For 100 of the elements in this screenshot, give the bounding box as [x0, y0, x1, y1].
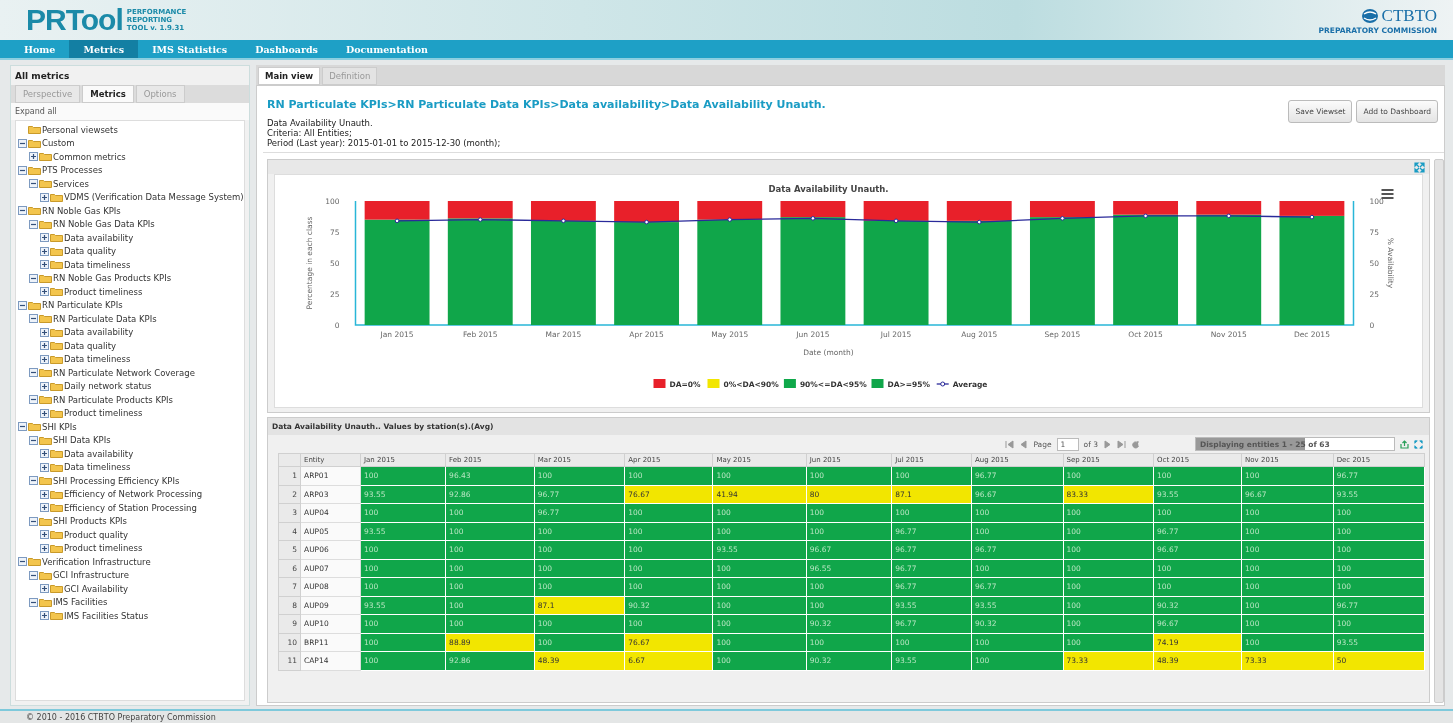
collapse-icon[interactable] [18, 422, 27, 432]
tree-item[interactable]: IMS Facilities Status [64, 610, 149, 621]
tree-item[interactable]: RN Particulate Network Coverage [53, 367, 195, 378]
tree-item[interactable]: Data timeliness [64, 259, 131, 270]
folder-icon [28, 125, 41, 135]
expand-icon[interactable] [40, 408, 49, 418]
folder-icon [50, 489, 63, 499]
breadcrumb-title: RN Particulate KPIs>RN Particulate Data KPIs>Data availability>Data Availability Unauth. [267, 98, 826, 111]
scrollbar[interactable] [1434, 159, 1444, 703]
expand-icon[interactable] [40, 503, 49, 513]
tree-item[interactable]: GCI Infrastructure [53, 570, 129, 581]
tree-item[interactable]: GCI Availability [64, 583, 129, 594]
tree-item[interactable]: RN Particulate Data KPIs [53, 313, 157, 324]
folder-icon [28, 422, 41, 432]
copyright-text: © 2010 - 2016 CTBTO Preparatory Commission [0, 709, 1453, 723]
tree-item[interactable]: Daily network status [64, 381, 152, 392]
tree-item[interactable]: Efficiency of Network Processing [64, 489, 203, 500]
tree-item[interactable]: RN Noble Gas Products KPIs [53, 273, 172, 284]
expand-icon[interactable] [40, 341, 49, 351]
nav-tab[interactable]: Metrics [69, 40, 139, 58]
tree-item[interactable]: Data timeliness [64, 462, 131, 473]
tree-item[interactable]: Common metrics [53, 151, 126, 162]
info-text: Period (Last year): 2015-01-01 to 2015-12-30 (month); [267, 138, 502, 148]
collapse-icon[interactable] [29, 476, 38, 486]
collapse-icon[interactable] [18, 165, 27, 175]
menu-icon[interactable] [1381, 189, 1394, 199]
expand-icon[interactable] [40, 611, 49, 621]
folder-icon [28, 138, 41, 148]
view-tab[interactable]: Main view [258, 67, 321, 85]
expand-icon[interactable] [40, 462, 49, 472]
tree-item[interactable]: Custom [42, 138, 75, 149]
expand-icon[interactable] [40, 449, 49, 459]
chart-title: Data Availability Unauth. [768, 184, 889, 194]
folder-icon [50, 381, 63, 391]
expand-all-link[interactable]: Expand all [11, 103, 249, 120]
collapse-icon[interactable] [29, 368, 38, 378]
tree-item[interactable]: Product timeliness [64, 286, 143, 297]
tree-item[interactable]: IMS Facilities [53, 597, 108, 608]
tree-item[interactable]: Product quality [64, 529, 129, 540]
tree-item[interactable]: SHI KPIs [42, 421, 77, 432]
tree-item[interactable]: Product timeliness [64, 543, 143, 554]
collapse-icon[interactable] [29, 597, 38, 607]
expand-icon[interactable] [40, 246, 49, 256]
collapse-icon[interactable] [18, 206, 27, 216]
collapse-icon[interactable] [29, 219, 38, 229]
tree-item[interactable]: RN Particulate KPIs [42, 300, 123, 311]
folder-icon [50, 449, 63, 459]
collapse-icon[interactable] [29, 179, 38, 189]
collapse-icon[interactable] [29, 314, 38, 324]
collapse-icon[interactable] [29, 435, 38, 445]
tree-item[interactable]: Product timeliness [64, 408, 143, 419]
expand-icon[interactable] [40, 327, 49, 337]
tree-item[interactable]: PTS Processes [42, 165, 103, 176]
expand-icon[interactable] [40, 287, 49, 297]
tree-item[interactable]: VDMS (Verification Data Message System) [64, 192, 244, 203]
folder-icon [39, 516, 52, 526]
collapse-icon[interactable] [29, 273, 38, 283]
folder-icon [50, 327, 63, 337]
tree-item[interactable]: Data quality [64, 246, 117, 257]
folder-icon [39, 273, 52, 283]
expand-icon[interactable] [40, 584, 49, 594]
tree-item[interactable]: Efficiency of Station Processing [64, 502, 197, 513]
collapse-icon[interactable] [29, 516, 38, 526]
folder-icon [28, 300, 41, 310]
tree-item[interactable]: SHI Processing Efficiency KPIs [53, 475, 180, 486]
expand-icon[interactable] [40, 530, 49, 540]
tree-item[interactable]: Verification Infrastructure [42, 556, 151, 567]
expand-icon[interactable] [29, 152, 38, 162]
tree-item[interactable]: SHI Products KPIs [53, 516, 128, 527]
sidebar-tab[interactable]: Metrics [82, 85, 134, 103]
collapse-icon[interactable] [29, 570, 38, 580]
export-icon[interactable] [1400, 439, 1409, 449]
tree-item[interactable]: RN Particulate Products KPIs [53, 394, 174, 405]
tree-item[interactable]: RN Noble Gas Data KPIs [53, 219, 155, 230]
folder-icon [28, 165, 41, 175]
collapse-icon[interactable] [18, 300, 27, 310]
collapse-icon[interactable] [18, 557, 27, 567]
folder-icon [50, 287, 63, 297]
expand-icon[interactable] [40, 233, 49, 243]
tree-item[interactable]: Data availability [64, 448, 134, 459]
expand-icon[interactable] [40, 543, 49, 553]
tree-item[interactable]: Services [53, 178, 89, 189]
tree-item[interactable]: Data quality [64, 340, 117, 351]
expand-icon[interactable] [40, 192, 49, 202]
sidebar-title: All metrics [14, 70, 71, 83]
folder-icon [39, 314, 52, 324]
collapse-icon[interactable] [18, 138, 27, 148]
tree-item[interactable]: Personal viewsets [42, 124, 118, 135]
tree-item[interactable]: Data availability [64, 327, 134, 338]
tree-item[interactable]: Data timeliness [64, 354, 131, 365]
fullscreen-icon[interactable] [1414, 161, 1425, 173]
tree-item[interactable]: RN Noble Gas KPIs [42, 205, 121, 216]
fullscreen-icon[interactable] [1414, 439, 1423, 449]
expand-icon[interactable] [40, 489, 49, 499]
collapse-icon[interactable] [29, 395, 38, 405]
expand-icon[interactable] [40, 260, 49, 270]
expand-icon[interactable] [40, 381, 49, 391]
tree-item[interactable]: Data availability [64, 232, 134, 243]
expand-icon[interactable] [40, 354, 49, 364]
tree-item[interactable]: SHI Data KPIs [53, 435, 111, 446]
